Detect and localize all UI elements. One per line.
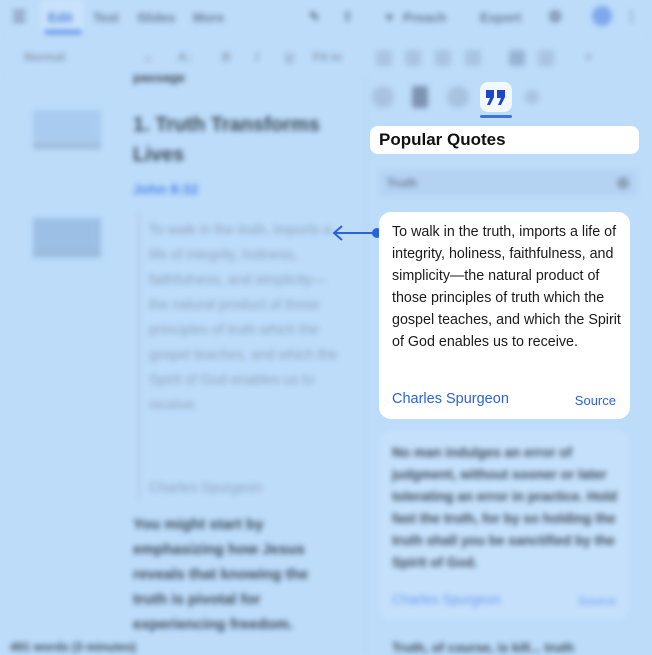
add-icon[interactable]: + — [585, 50, 592, 64]
avatar[interactable] — [592, 6, 612, 26]
active-tab-indicator — [44, 30, 82, 34]
chevron-down-icon: ⌄ — [143, 50, 154, 64]
tab-slides[interactable]: Slides — [137, 10, 175, 25]
blockquote-author: Charles Spurgeon — [149, 479, 262, 495]
underline-icon[interactable]: U — [285, 50, 294, 64]
tab-edit[interactable]: Edit — [48, 10, 73, 25]
blockquote-text: To walk in the truth, imports a life of … — [149, 221, 338, 412]
settings-icon[interactable]: ⚙ — [548, 7, 562, 27]
panel-title-text: Popular Quotes — [379, 130, 506, 149]
clear-search-icon[interactable] — [617, 177, 629, 189]
slide-thumbnail-2-caption — [33, 250, 101, 254]
panel-tab-clock-icon[interactable] — [447, 86, 469, 108]
outdent-icon[interactable] — [465, 50, 481, 66]
quote-card-2[interactable]: No man indulges an error of judgment, wi… — [379, 430, 629, 620]
export-button[interactable]: Export — [480, 10, 521, 25]
active-panel-tab-indicator — [480, 115, 512, 118]
panel-tab-wand-icon[interactable] — [525, 90, 539, 104]
quote-text: No man indulges an error of judgment, wi… — [392, 445, 618, 570]
insert-arrow-icon — [332, 225, 382, 241]
quote-source-link[interactable]: Source — [578, 594, 616, 608]
magic-wand-icon[interactable]: ✎ — [309, 9, 320, 25]
quote-search-input[interactable]: Truth — [379, 170, 637, 196]
style-select[interactable]: Normal — [24, 50, 65, 64]
quote-marks-icon — [486, 90, 505, 105]
slide-thumbnail-1-caption — [33, 144, 101, 148]
inserted-blockquote: To walk in the truth, imports a life of … — [138, 213, 340, 500]
section-heading: 1. Truth Transforms Lives — [133, 114, 320, 166]
numbered-list-icon[interactable] — [405, 50, 421, 66]
bullet-list-icon[interactable] — [376, 50, 392, 66]
passage-text: passage — [133, 70, 186, 85]
quote-author-link[interactable]: Charles Spurgeon — [392, 592, 501, 607]
tab-more[interactable]: More — [193, 10, 224, 25]
tab-text[interactable]: Text — [93, 10, 119, 25]
font-size-icon[interactable]: A↓ — [178, 50, 193, 64]
quote-card-3-text: Truth, of course, is kill... truth — [392, 640, 575, 655]
more-options-icon[interactable]: ⋮ — [625, 9, 638, 25]
share-icon[interactable]: ⇪ — [342, 9, 353, 25]
fit-select[interactable]: Fit in — [313, 50, 342, 64]
quote-author-link[interactable]: Charles Spurgeon — [392, 391, 509, 407]
image-icon[interactable] — [509, 50, 525, 66]
panel-tab-info-icon[interactable] — [372, 86, 394, 108]
quote-card-1[interactable]: To walk in the truth, imports a life of … — [379, 212, 630, 419]
indent-icon[interactable] — [435, 50, 451, 66]
table-icon[interactable] — [538, 50, 554, 66]
preach-icon[interactable]: ▼ — [383, 10, 396, 25]
format-toolbar: Normal ⌄ A↓ B I U Fit in + — [0, 37, 652, 79]
bold-icon[interactable]: B — [222, 50, 231, 64]
preach-button[interactable]: Preach — [403, 10, 446, 25]
body-paragraph: You might start by emphasizing how Jesus… — [133, 516, 309, 633]
panel-title: Popular Quotes — [370, 126, 639, 154]
hamburger-menu-icon[interactable]: ☰ — [12, 7, 26, 27]
quote-text: To walk in the truth, imports a life of … — [392, 224, 621, 350]
italic-icon[interactable]: I — [255, 50, 258, 64]
quote-source-link[interactable]: Source — [575, 393, 616, 408]
panel-tab-bible-icon[interactable] — [412, 86, 428, 108]
scripture-reference-link[interactable]: John 8:32 — [133, 181, 198, 197]
panel-tab-quotes[interactable] — [480, 82, 512, 118]
panel-divider — [365, 78, 366, 652]
search-value: Truth — [387, 176, 417, 190]
menu-bar: ☰ Edit Text Slides More ✎ ⇪ ▼ Preach Exp… — [0, 0, 652, 34]
